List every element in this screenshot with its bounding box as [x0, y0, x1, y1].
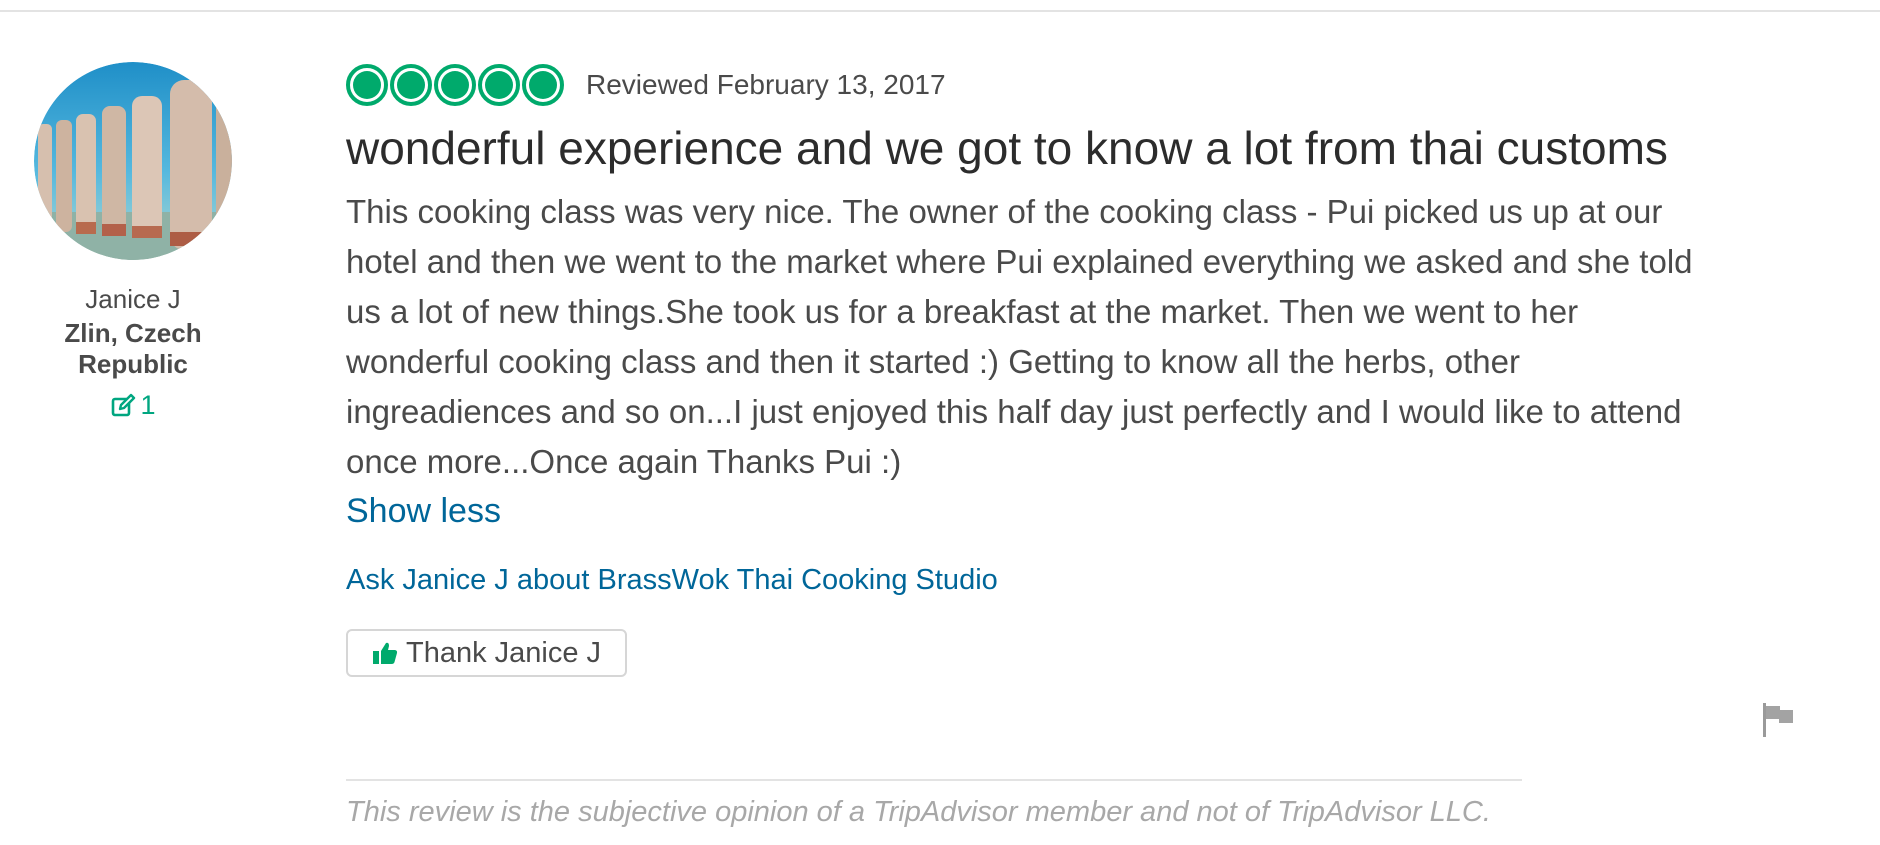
reviewer-name[interactable]: Janice J	[28, 284, 238, 314]
thank-button-label: Thank Janice J	[406, 636, 602, 669]
thumbs-up-icon	[373, 642, 398, 664]
flag-icon[interactable]	[1762, 703, 1794, 737]
rating-bubble-icon	[522, 64, 564, 106]
rating-row: Reviewed February 13, 2017	[346, 60, 1706, 110]
contribution-count-value: 1	[140, 390, 156, 420]
rating-bubble-icon	[390, 64, 432, 106]
review-card: Janice J Zlin, Czech Republic 1 Reviewed…	[0, 0, 1880, 845]
review-title[interactable]: wonderful experience and we got to know …	[346, 120, 1686, 177]
review-disclaimer: This review is the subjective opinion of…	[346, 796, 1491, 828]
avatar[interactable]	[34, 62, 232, 260]
disclaimer-divider	[346, 779, 1522, 781]
review-body: This cooking class was very nice. The ow…	[346, 193, 1693, 480]
rating-bubble-icon	[434, 64, 476, 106]
reviewer-info: Janice J Zlin, Czech Republic 1	[28, 62, 238, 424]
rating-bubble-icon	[478, 64, 520, 106]
review-date: Reviewed February 13, 2017	[586, 69, 946, 100]
bubble-rating	[346, 64, 564, 106]
contribution-count[interactable]: 1	[110, 390, 156, 421]
pencil-edit-icon	[112, 393, 136, 416]
thank-button[interactable]: Thank Janice J	[346, 629, 628, 677]
show-less-link[interactable]: Show less	[346, 489, 501, 533]
review-content: Reviewed February 13, 2017 wonderful exp…	[346, 60, 1706, 677]
ask-reviewer-link[interactable]: Ask Janice J about BrassWok Thai Cooking…	[346, 563, 1706, 597]
reviewer-location: Zlin, Czech Republic	[64, 318, 202, 379]
rating-bubble-icon	[346, 64, 388, 106]
